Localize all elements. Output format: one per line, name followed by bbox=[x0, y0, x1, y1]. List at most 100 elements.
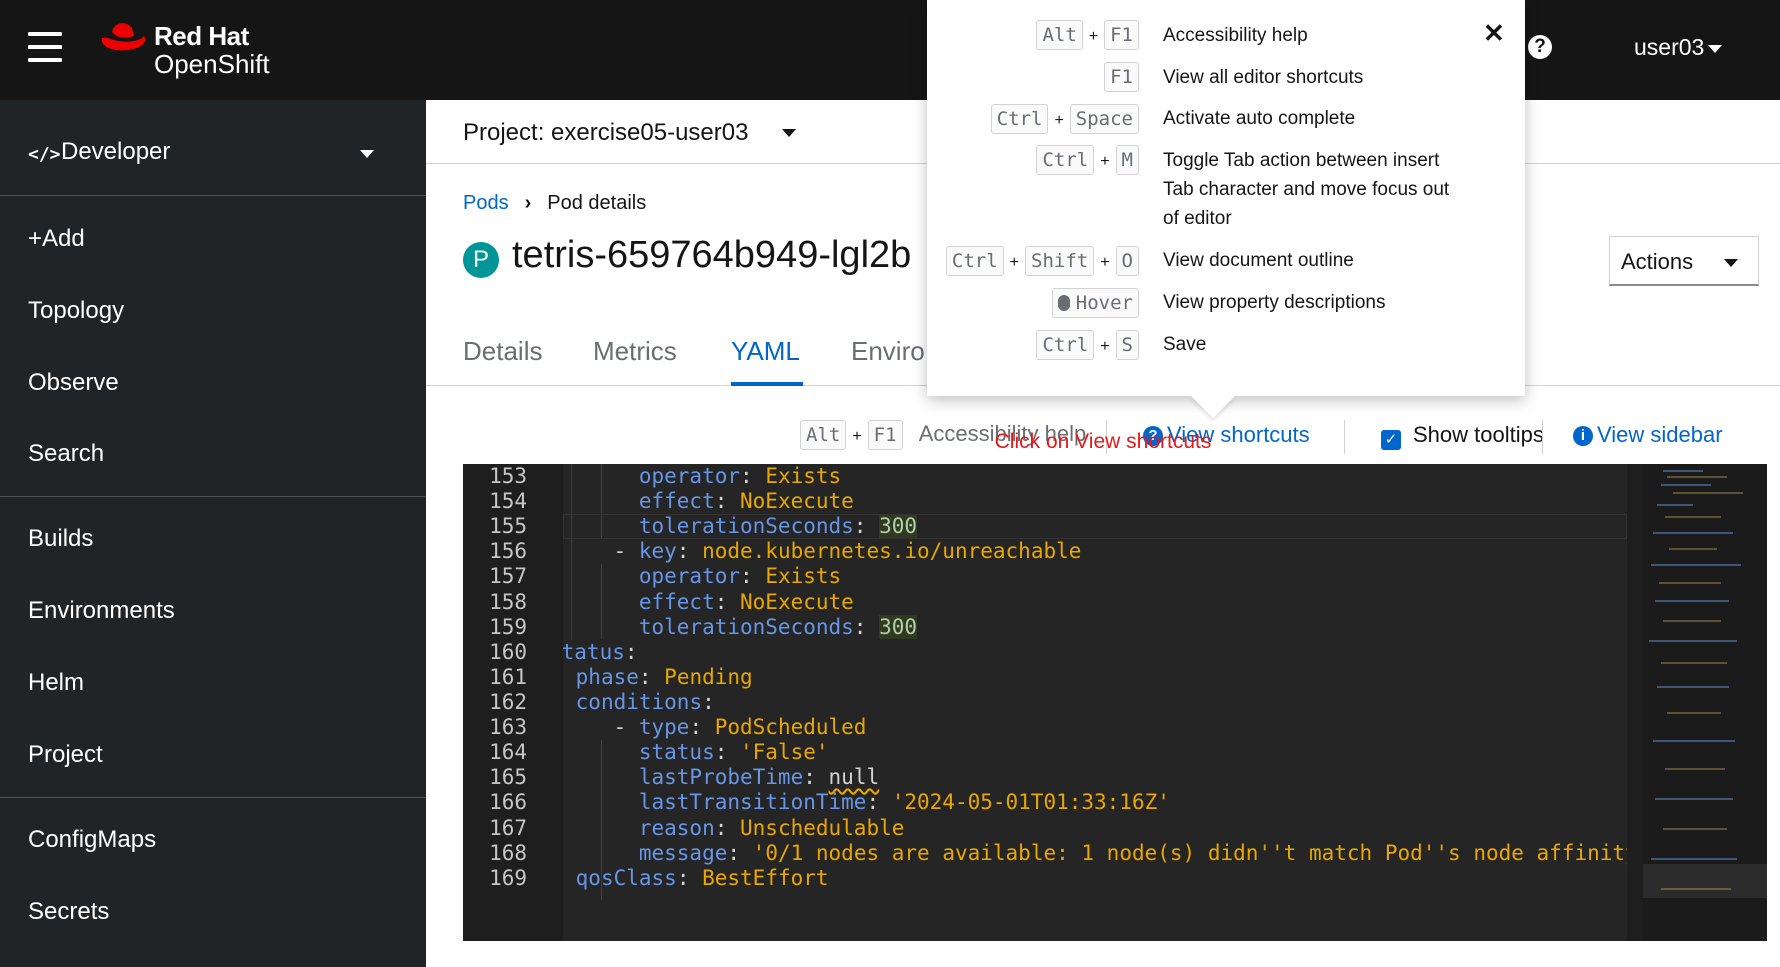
line-number: 153 bbox=[489, 464, 527, 488]
key: S bbox=[1115, 330, 1139, 360]
line-number: 165 bbox=[489, 765, 527, 789]
line-number: 161 bbox=[489, 665, 527, 689]
caret-down-icon[interactable] bbox=[782, 129, 796, 137]
yaml-editor[interactable]: 153 154 155 156 157 158 159 160 161 162 … bbox=[463, 464, 1767, 941]
code-line: message: '0/1 nodes are available: 1 nod… bbox=[638, 841, 1627, 865]
minimap-viewport[interactable] bbox=[1643, 864, 1767, 898]
code-line: lastTransitionTime: '2024-05-01T01:33:16… bbox=[638, 790, 1170, 814]
breadcrumb-current: Pod details bbox=[547, 192, 647, 214]
key-label: Hover bbox=[1075, 292, 1133, 314]
mouse-icon bbox=[1057, 295, 1070, 311]
shortcut-keys: Ctrl + Shift + O bbox=[945, 246, 1139, 276]
line-number: 166 bbox=[489, 790, 527, 814]
shortcut-keys: Alt + F1 bbox=[1036, 20, 1139, 50]
minimap-line bbox=[1653, 740, 1735, 742]
sidebar-item-project[interactable]: Project bbox=[28, 741, 103, 769]
code-icon: </> bbox=[28, 144, 61, 165]
instruction-annotation: Click on View shortcuts bbox=[994, 430, 1212, 453]
redhat-hat-icon bbox=[101, 23, 146, 51]
line-number: 157 bbox=[489, 564, 527, 588]
minimap-line bbox=[1663, 470, 1703, 472]
line-number: 156 bbox=[489, 539, 527, 563]
key: M bbox=[1115, 145, 1139, 175]
line-number: 167 bbox=[489, 816, 527, 840]
shortcut-keys: Ctrl + M bbox=[1036, 145, 1139, 175]
key: Ctrl bbox=[1036, 330, 1095, 360]
key: Alt bbox=[1036, 20, 1083, 50]
code-line: lastProbeTime: null bbox=[638, 765, 880, 789]
minimap-line bbox=[1663, 620, 1721, 622]
minimap-line bbox=[1655, 600, 1729, 602]
brand-line2: OpenShift bbox=[154, 49, 270, 79]
shortcuts-popover: ✕ Alt + F1 Accessibility help F1 View all … bbox=[927, 0, 1525, 396]
minimap-line bbox=[1651, 858, 1737, 860]
minimap-line bbox=[1653, 532, 1733, 534]
project-selector[interactable]: Project: exercise05-user03 bbox=[463, 119, 748, 147]
code-line: status: bbox=[563, 640, 638, 664]
user-menu[interactable]: user03 bbox=[1634, 34, 1723, 61]
sidebar-item-builds[interactable]: Builds bbox=[28, 525, 93, 553]
line-number: 155 bbox=[489, 514, 527, 538]
minimap-line bbox=[1665, 768, 1725, 770]
sidebar-item-configmaps[interactable]: ConfigMaps bbox=[28, 826, 156, 854]
key: F1 bbox=[1104, 20, 1139, 50]
shortcut-desc: View all editor shortcuts bbox=[1163, 67, 1364, 88]
sidebar-item-observe[interactable]: Observe bbox=[28, 369, 119, 397]
sidebar: </> Developer +Add Topology Observe Sear… bbox=[0, 100, 426, 967]
line-number: 160 bbox=[489, 640, 527, 664]
shortcut-keys: Hover bbox=[1051, 288, 1139, 318]
help-icon[interactable]: ? bbox=[1528, 35, 1552, 59]
actions-label: Actions bbox=[1621, 249, 1694, 274]
redhat-openshift-logo[interactable]: Red Hat OpenShift bbox=[98, 16, 298, 80]
code-line: - type: PodScheduled bbox=[563, 715, 867, 739]
code-line: phase: Pending bbox=[575, 665, 753, 689]
code-line: effect: NoExecute bbox=[638, 590, 854, 614]
minimap-line bbox=[1669, 548, 1717, 550]
line-number: 168 bbox=[489, 841, 527, 865]
sidebar-item-secrets[interactable]: Secrets bbox=[28, 898, 109, 926]
brand-line1: Red Hat bbox=[154, 21, 249, 51]
sidebar-item-environments[interactable]: Environments bbox=[28, 597, 175, 625]
current-line-highlight bbox=[563, 514, 1627, 539]
code-line: effect: NoExecute bbox=[638, 489, 854, 513]
minimap-line bbox=[1649, 640, 1737, 642]
key: Ctrl bbox=[945, 246, 1004, 276]
sidebar-item-add[interactable]: +Add bbox=[28, 225, 85, 253]
shortcut-keys: Ctrl + S bbox=[1036, 330, 1139, 360]
minimap-line bbox=[1663, 828, 1727, 830]
hamburger-menu-icon[interactable] bbox=[28, 32, 62, 62]
minimap-line bbox=[1665, 516, 1721, 518]
sidebar-item-search[interactable]: Search bbox=[28, 440, 104, 468]
editor-minimap[interactable] bbox=[1643, 464, 1767, 941]
minimap-line bbox=[1661, 662, 1727, 664]
tab-metrics[interactable]: Metrics bbox=[593, 336, 677, 367]
code-line: conditions: bbox=[575, 690, 715, 714]
minimap-line bbox=[1661, 484, 1711, 486]
tab-environment[interactable]: Enviro bbox=[851, 336, 925, 367]
actions-dropdown[interactable]: Actions bbox=[1609, 236, 1759, 286]
shortcut-keys: Ctrl + Space bbox=[990, 104, 1139, 134]
key: Shift bbox=[1025, 246, 1095, 276]
sidebar-item-helm[interactable]: Helm bbox=[28, 669, 84, 697]
minimap-line bbox=[1651, 564, 1741, 566]
close-icon[interactable]: ✕ bbox=[1483, 20, 1505, 46]
minimap-line bbox=[1657, 686, 1729, 688]
breadcrumb-pods-link[interactable]: Pods bbox=[463, 192, 509, 214]
perspective-switcher[interactable]: </> Developer bbox=[0, 100, 426, 196]
line-number: 162 bbox=[489, 690, 527, 714]
key: O bbox=[1115, 246, 1139, 276]
code-area[interactable]: operator: Exists effect: NoExecute toler… bbox=[563, 464, 1627, 941]
tab-active-indicator bbox=[731, 382, 803, 386]
perspective-label: Developer bbox=[61, 138, 171, 165]
tab-details[interactable]: Details bbox=[463, 336, 542, 367]
line-number: 164 bbox=[489, 740, 527, 764]
tab-yaml[interactable]: YAML bbox=[731, 336, 800, 367]
line-number: 154 bbox=[489, 489, 527, 513]
minimap-line bbox=[1659, 582, 1721, 584]
key-hover: Hover bbox=[1051, 288, 1139, 318]
minimap-line bbox=[1673, 492, 1743, 494]
caret-down-icon bbox=[1708, 44, 1723, 53]
sidebar-item-topology[interactable]: Topology bbox=[28, 297, 124, 325]
line-number: 169 bbox=[489, 866, 527, 890]
minimap-line bbox=[1657, 504, 1693, 506]
